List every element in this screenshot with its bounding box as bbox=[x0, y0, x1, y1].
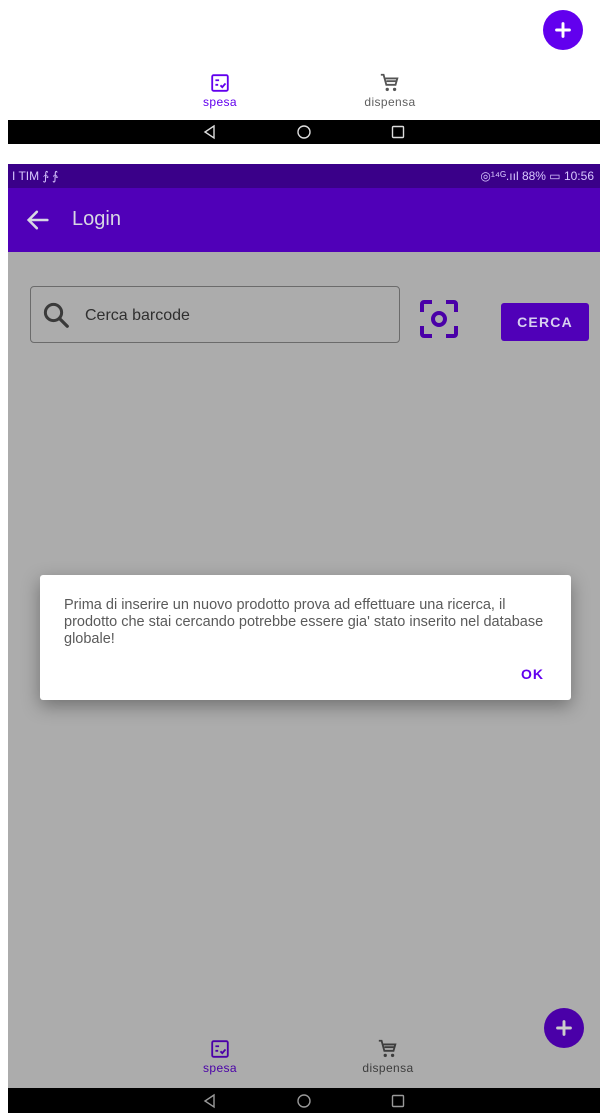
recents-square-icon[interactable] bbox=[390, 1093, 406, 1109]
nav-item-dispensa[interactable]: dispensa bbox=[328, 1038, 448, 1075]
search-button[interactable]: CERCA bbox=[501, 303, 589, 341]
list-check-icon bbox=[211, 1040, 229, 1058]
status-right: ◎¹⁴ᴳ.ııl 88% ▭ 10:56 bbox=[480, 169, 594, 183]
dialog-message: Prima di inserire un nuovo prodotto prov… bbox=[64, 597, 544, 647]
plus-icon bbox=[556, 1020, 572, 1036]
system-nav-bar-top bbox=[8, 120, 600, 144]
recents-square-icon[interactable] bbox=[390, 124, 406, 140]
bottom-nav: spesa dispensa bbox=[160, 1038, 448, 1075]
info-dialog: Prima di inserire un nuovo prodotto prov… bbox=[40, 575, 571, 700]
plus-icon bbox=[555, 22, 571, 38]
page-title: Login bbox=[72, 208, 121, 230]
barcode-scan-icon[interactable] bbox=[418, 298, 460, 340]
login-screen: I TIM ∱ ∱ ◎¹⁴ᴳ.ııl 88% ▭ 10:56 Login CER… bbox=[8, 164, 600, 1113]
status-bar: I TIM ∱ ∱ ◎¹⁴ᴳ.ııl 88% ▭ 10:56 bbox=[8, 164, 600, 188]
list-check-icon bbox=[211, 74, 229, 92]
add-fab-top[interactable] bbox=[543, 10, 583, 50]
bottom-nav-top: spesa dispensa bbox=[160, 72, 450, 109]
nav-label-dispensa: dispensa bbox=[362, 1061, 414, 1075]
screenshot-divider bbox=[0, 144, 600, 164]
search-icon bbox=[43, 302, 69, 328]
system-nav-bar bbox=[8, 1088, 600, 1113]
nav-item-spesa[interactable]: spesa bbox=[160, 1038, 280, 1075]
back-arrow-icon[interactable] bbox=[24, 206, 52, 234]
nav-label-spesa: spesa bbox=[202, 1061, 238, 1075]
nav-item-spesa-top[interactable]: spesa bbox=[160, 72, 280, 109]
dialog-ok-button[interactable]: OK bbox=[521, 666, 544, 682]
app-bar: Login bbox=[8, 188, 600, 252]
nav-label-dispensa: dispensa bbox=[364, 95, 416, 109]
back-triangle-icon[interactable] bbox=[202, 124, 218, 140]
cart-icon bbox=[380, 73, 399, 92]
search-field[interactable] bbox=[30, 286, 400, 344]
home-circle-icon[interactable] bbox=[296, 124, 312, 140]
nav-label-spesa: spesa bbox=[202, 95, 238, 109]
add-fab[interactable] bbox=[544, 1008, 584, 1048]
previous-screen: spesa dispensa bbox=[0, 0, 600, 120]
nav-item-dispensa-top[interactable]: dispensa bbox=[330, 72, 450, 109]
cart-icon bbox=[378, 1039, 397, 1058]
home-circle-icon[interactable] bbox=[296, 1093, 312, 1109]
search-input[interactable] bbox=[83, 287, 387, 344]
carrier-label: I TIM ∱ ∱ bbox=[12, 169, 59, 183]
back-triangle-icon[interactable] bbox=[202, 1093, 218, 1109]
